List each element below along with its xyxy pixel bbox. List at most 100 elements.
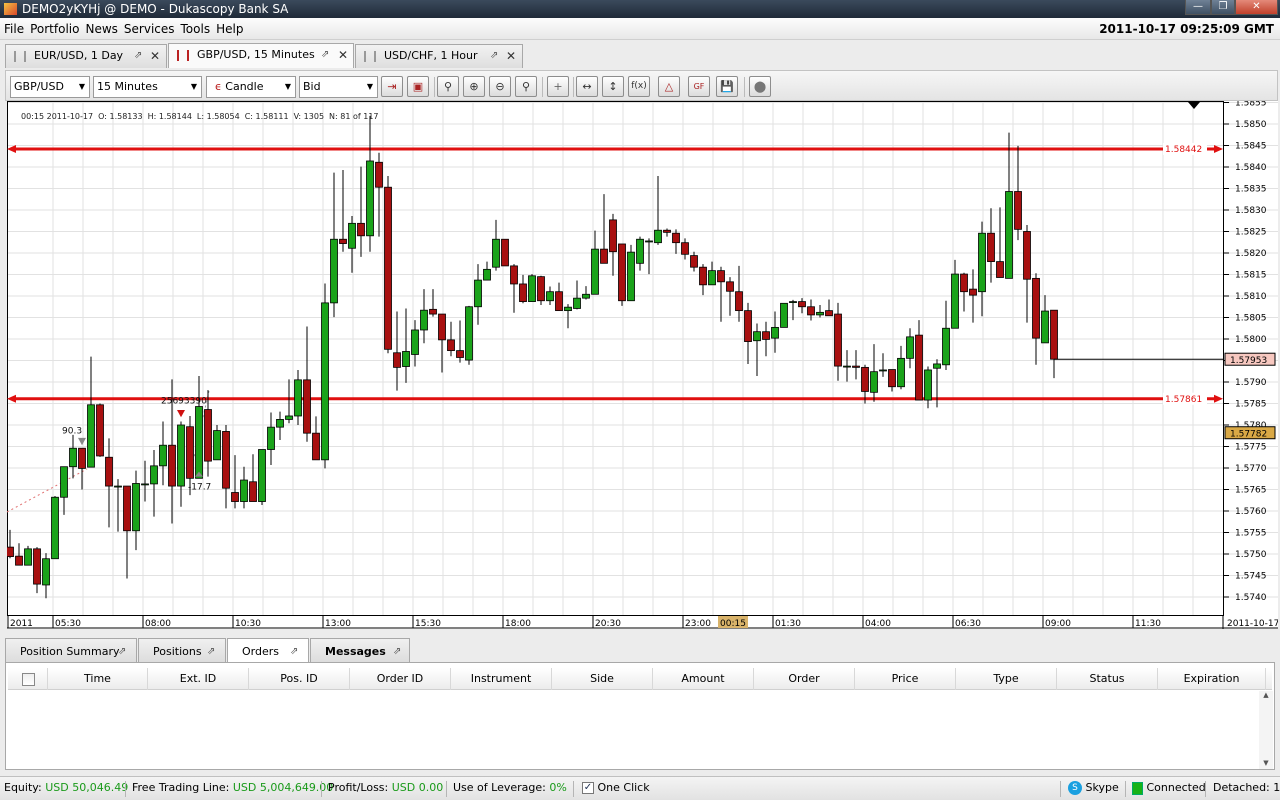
candle[interactable] xyxy=(294,369,302,425)
candle[interactable] xyxy=(33,547,41,594)
candle[interactable] xyxy=(312,416,320,461)
skype-status[interactable]: S Skype xyxy=(1068,777,1119,799)
candle[interactable] xyxy=(627,244,635,302)
candle[interactable] xyxy=(456,320,464,363)
lock-button[interactable]: ▣ xyxy=(407,76,429,97)
scroll-down-icon[interactable]: ▼ xyxy=(1259,759,1273,767)
candle[interactable] xyxy=(249,454,257,502)
candle[interactable] xyxy=(600,194,608,264)
candle[interactable] xyxy=(942,300,950,370)
candle[interactable] xyxy=(834,302,842,381)
candle[interactable] xyxy=(906,328,914,369)
candle[interactable] xyxy=(420,289,428,344)
candle[interactable] xyxy=(366,115,374,252)
candle[interactable] xyxy=(402,308,410,383)
candle[interactable] xyxy=(96,403,104,457)
detach-icon[interactable]: ⇗ xyxy=(321,44,329,66)
candle[interactable] xyxy=(996,207,1004,278)
detach-icon[interactable]: ⇗ xyxy=(490,45,498,67)
candle[interactable] xyxy=(843,350,851,382)
candle[interactable] xyxy=(321,283,329,469)
candle[interactable] xyxy=(1032,273,1040,365)
instrument-select[interactable]: GBP/USD ▼ xyxy=(10,76,90,98)
candle[interactable] xyxy=(573,280,581,310)
close-tab-icon[interactable]: ✕ xyxy=(338,44,348,66)
candle[interactable] xyxy=(1023,225,1031,323)
candle[interactable] xyxy=(924,366,932,409)
candle[interactable] xyxy=(816,305,824,318)
candle[interactable] xyxy=(645,238,653,275)
column-header[interactable]: Order xyxy=(754,668,855,690)
candle[interactable] xyxy=(798,298,806,314)
candle[interactable] xyxy=(465,305,473,365)
candle[interactable] xyxy=(690,251,698,272)
column-header[interactable]: Pos. ID xyxy=(249,668,350,690)
candle[interactable] xyxy=(618,243,626,306)
candle[interactable] xyxy=(555,282,563,312)
vertical-scale-button[interactable]: ↕ xyxy=(602,76,624,97)
candle[interactable] xyxy=(150,449,158,517)
candle[interactable] xyxy=(357,166,365,257)
zoom-area-button[interactable]: ⚲ xyxy=(515,76,537,97)
detach-icon[interactable]: ⇗ xyxy=(207,639,215,664)
detach-icon[interactable]: ⇗ xyxy=(134,45,142,67)
column-header[interactable]: Time xyxy=(48,668,148,690)
candle[interactable] xyxy=(744,302,752,364)
tab-position-summary[interactable]: Position Summary ⇗ xyxy=(5,638,137,663)
candle[interactable] xyxy=(582,286,590,300)
candle[interactable] xyxy=(258,449,266,505)
stop-button[interactable]: ⬤ xyxy=(749,76,771,97)
one-click-checkbox[interactable]: ✓ xyxy=(582,782,594,794)
candle[interactable] xyxy=(429,289,437,317)
tab-gbpusd[interactable]: GBP/USD, 15 Minutes ⇗ ✕ xyxy=(168,43,354,68)
vertical-scrollbar[interactable]: ▲ ▼ xyxy=(1259,691,1273,769)
theme-button[interactable]: GF xyxy=(688,76,710,97)
candle[interactable] xyxy=(60,466,68,515)
candle[interactable] xyxy=(222,425,230,509)
candle[interactable] xyxy=(159,421,167,486)
column-header[interactable]: Instrument xyxy=(451,668,552,690)
tab-usdchf[interactable]: USD/CHF, 1 Hour ⇗ ✕ xyxy=(355,44,523,68)
candle[interactable] xyxy=(1050,309,1058,379)
candle[interactable] xyxy=(717,266,725,322)
candle[interactable] xyxy=(546,286,554,306)
candle[interactable] xyxy=(852,350,860,380)
candle[interactable] xyxy=(24,545,32,566)
menu-file[interactable]: File xyxy=(2,18,26,40)
candle[interactable] xyxy=(825,299,833,317)
candle[interactable] xyxy=(240,466,248,509)
candle[interactable] xyxy=(870,344,878,402)
candle[interactable] xyxy=(528,274,536,302)
chart-shift-button[interactable]: ⇥ xyxy=(381,76,403,97)
minimize-button[interactable]: — xyxy=(1185,0,1211,15)
candle[interactable] xyxy=(510,264,518,313)
candle[interactable] xyxy=(609,213,617,276)
period-select[interactable]: 15 Minutes ▼ xyxy=(93,76,202,98)
candle[interactable] xyxy=(393,311,401,391)
select-all-checkbox[interactable] xyxy=(22,673,35,686)
candle[interactable] xyxy=(177,421,185,507)
candle[interactable] xyxy=(483,261,491,281)
column-header[interactable]: Expiration xyxy=(1158,668,1266,690)
candle[interactable] xyxy=(780,302,788,328)
candle[interactable] xyxy=(960,272,968,312)
close-tab-icon[interactable]: ✕ xyxy=(506,45,516,67)
candle[interactable] xyxy=(267,412,275,465)
column-header[interactable]: Status xyxy=(1057,668,1158,690)
candle[interactable] xyxy=(708,261,716,286)
candle[interactable] xyxy=(888,369,896,392)
zoom-in-button[interactable]: ⊕ xyxy=(463,76,485,97)
candle[interactable] xyxy=(753,323,761,376)
candle[interactable] xyxy=(1014,145,1022,241)
column-header[interactable]: Side xyxy=(552,668,653,690)
candle[interactable] xyxy=(636,236,644,271)
detach-icon[interactable]: ⇗ xyxy=(290,639,298,664)
candle[interactable] xyxy=(78,447,86,490)
column-header[interactable]: Ext. ID xyxy=(148,668,249,690)
candle[interactable] xyxy=(564,304,572,329)
candle[interactable] xyxy=(663,228,671,237)
candle[interactable] xyxy=(330,172,338,318)
column-header[interactable]: Order ID xyxy=(350,668,451,690)
candlestick-chart[interactable]: 1.5740 1.5745 1.5750 1.5755 1.5760 1.5765 1.57… xyxy=(7,101,1278,629)
candle[interactable] xyxy=(195,375,203,479)
